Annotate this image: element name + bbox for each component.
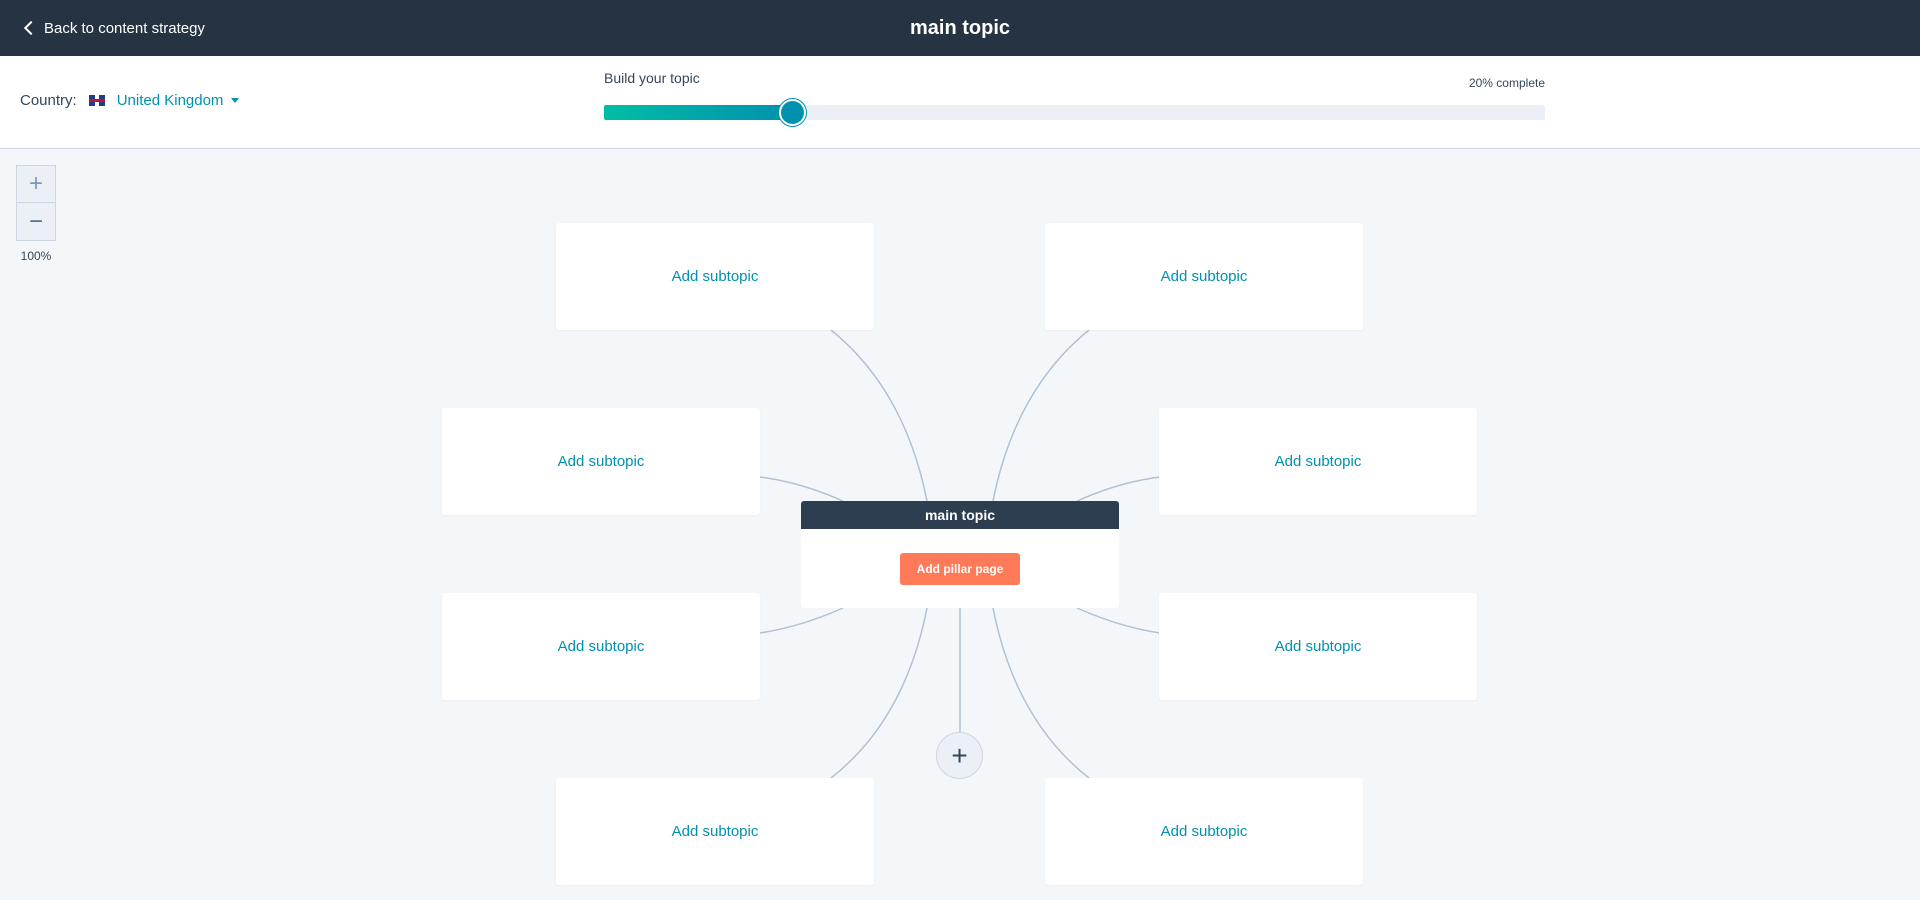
- plus-icon: +: [951, 739, 968, 771]
- add-subtopic-card[interactable]: Add subtopic: [556, 778, 874, 885]
- progress-label: Build your topic: [604, 70, 700, 86]
- add-subtopic-card[interactable]: Add subtopic: [442, 593, 760, 700]
- connector-line: [992, 607, 1090, 779]
- connector-line: [830, 607, 928, 779]
- progress-bar: [604, 99, 1545, 126]
- connector-line: [1076, 607, 1161, 634]
- chevron-left-icon: [23, 20, 39, 36]
- uk-flag-icon: [88, 95, 105, 106]
- connector-line: [1076, 476, 1161, 502]
- zoom-level: 100%: [20, 249, 52, 263]
- connector-line: [992, 329, 1090, 502]
- back-link-label: Back to content strategy: [44, 19, 205, 37]
- add-subtopic-plus-button[interactable]: +: [936, 732, 983, 779]
- subtopic-label: Add subtopic: [557, 638, 645, 655]
- main-topic-title: main topic: [801, 501, 1119, 529]
- back-to-content-strategy-link[interactable]: Back to content strategy: [22, 0, 205, 56]
- connector-line: [759, 607, 844, 634]
- subtopic-label: Add subtopic: [1160, 823, 1248, 840]
- topic-toolbar: Country: United Kingdom: [0, 56, 1920, 149]
- caret-down-icon: [231, 98, 240, 103]
- country-dropdown[interactable]: United Kingdom: [117, 92, 240, 109]
- country-selector: Country: United Kingdom: [20, 92, 240, 109]
- subtopic-label: Add subtopic: [1274, 453, 1362, 470]
- subtopic-label: Add subtopic: [1160, 268, 1248, 285]
- subtopic-label: Add subtopic: [671, 268, 759, 285]
- zoom-controls: + − 100%: [16, 165, 56, 263]
- connector-line: [830, 329, 928, 502]
- page-title: main topic: [909, 17, 1010, 39]
- country-label: Country:: [20, 92, 77, 109]
- add-pillar-page-button[interactable]: Add pillar page: [900, 553, 1020, 585]
- progress-fill: [604, 105, 793, 120]
- subtopic-label: Add subtopic: [1274, 638, 1362, 655]
- progress-handle[interactable]: [779, 99, 807, 126]
- add-subtopic-card[interactable]: Add subtopic: [556, 223, 874, 330]
- add-subtopic-card[interactable]: Add subtopic: [1045, 223, 1363, 330]
- subtopic-label: Add subtopic: [557, 453, 645, 470]
- zoom-in-button[interactable]: +: [16, 165, 56, 203]
- top-header: Back to content strategy main topic: [0, 0, 1920, 56]
- main-topic-card: main topic Add pillar page: [801, 501, 1119, 608]
- country-selected-value: United Kingdom: [116, 92, 224, 109]
- zoom-out-button[interactable]: −: [16, 203, 56, 241]
- add-subtopic-card[interactable]: Add subtopic: [1159, 593, 1477, 700]
- add-subtopic-card[interactable]: Add subtopic: [1159, 408, 1477, 515]
- progress-status: 20% complete: [1468, 76, 1545, 90]
- subtopic-label: Add subtopic: [671, 823, 759, 840]
- add-subtopic-card[interactable]: Add subtopic: [442, 408, 760, 515]
- add-subtopic-card[interactable]: Add subtopic: [1045, 778, 1363, 885]
- connector-line: [759, 476, 844, 502]
